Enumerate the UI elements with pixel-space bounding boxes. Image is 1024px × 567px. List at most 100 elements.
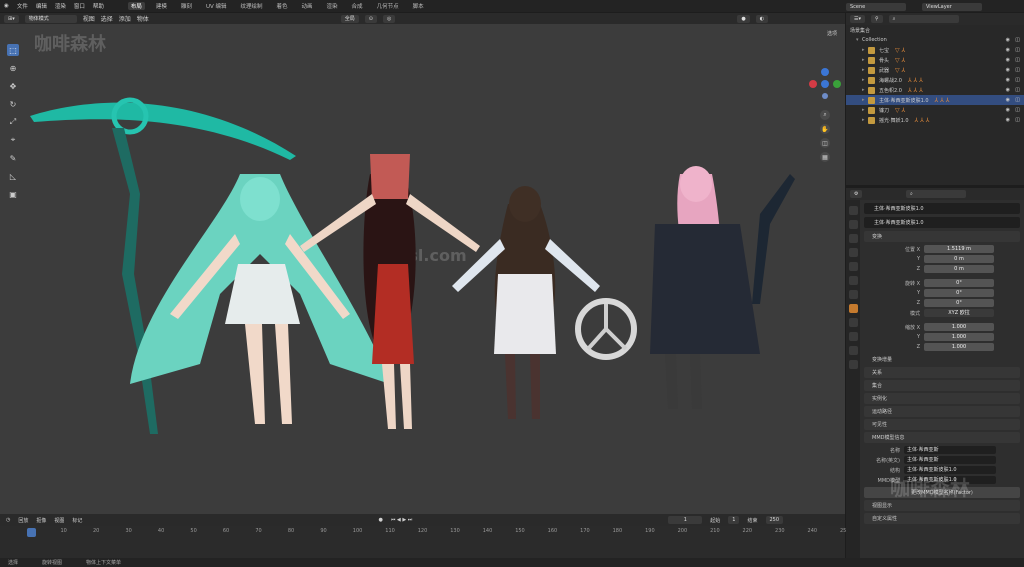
location-x-field[interactable]: 1.5119 m bbox=[924, 245, 994, 253]
view-layer-tab-icon[interactable] bbox=[848, 248, 858, 257]
object-tab-icon[interactable] bbox=[848, 304, 858, 313]
eye-icon[interactable]: ◉ bbox=[1006, 37, 1010, 43]
end-frame-field[interactable]: 250 bbox=[765, 516, 784, 524]
current-frame-field[interactable]: 1 bbox=[668, 516, 703, 524]
rotation-x-field[interactable]: 0° bbox=[924, 279, 994, 287]
output-tab-icon[interactable] bbox=[848, 234, 858, 243]
select-box-icon[interactable]: ⬚ bbox=[7, 44, 19, 56]
scene-switcher[interactable]: Scene ViewLayer bbox=[846, 2, 982, 11]
scale-x-field[interactable]: 1.000 bbox=[924, 323, 994, 331]
constraints-tab-icon[interactable] bbox=[848, 346, 858, 355]
camera-icon[interactable]: ◫ bbox=[1015, 87, 1020, 93]
menu-render[interactable]: 渲染 bbox=[55, 2, 66, 10]
location-y-field[interactable]: 0 m bbox=[924, 255, 994, 263]
camera-icon[interactable]: ◫ bbox=[1015, 117, 1020, 123]
tab-layout[interactable]: 布局 bbox=[127, 2, 145, 10]
tool-tab-icon[interactable] bbox=[848, 206, 858, 215]
custom-properties-panel[interactable]: 自定义属性 bbox=[864, 513, 1020, 524]
blender-logo-icon[interactable]: ◉ bbox=[4, 3, 9, 9]
mmd-name-en-field[interactable]: 主体·希西亚斯 bbox=[904, 456, 996, 464]
properties-search-input[interactable]: ⌕ bbox=[906, 190, 966, 198]
editor-type-button[interactable]: ⊞▾ bbox=[4, 14, 19, 23]
outliner-search-input[interactable]: ⌕ bbox=[888, 15, 959, 23]
outliner-object-row[interactable]: ▸ 主体·希西亚斯皮肤1.0 ⅄ ⅄ ⅄ ◉ ◫ bbox=[846, 95, 1024, 105]
tab-scripting[interactable]: 脚本 bbox=[410, 2, 427, 10]
relations-panel[interactable]: 关系 bbox=[864, 367, 1020, 378]
tab-modeling[interactable]: 建模 bbox=[153, 2, 170, 10]
add-cube-icon[interactable]: ▣ bbox=[7, 188, 19, 200]
scale-icon[interactable]: ⤢ bbox=[7, 116, 19, 128]
modifier-tab-icon[interactable] bbox=[848, 318, 858, 327]
camera-icon[interactable]: ◫ bbox=[820, 138, 830, 148]
measure-icon[interactable]: ◺ bbox=[7, 170, 19, 182]
camera-icon[interactable]: ◫ bbox=[1015, 57, 1020, 63]
camera-icon[interactable]: ◫ bbox=[1015, 47, 1020, 53]
physics-tab-icon[interactable] bbox=[848, 332, 858, 341]
cursor-icon[interactable]: ⊕ bbox=[7, 62, 19, 74]
playback-controls[interactable]: ⏮ ◀ ▶ ⏭ bbox=[391, 517, 412, 523]
camera-icon[interactable]: ◫ bbox=[1015, 97, 1020, 103]
properties-editor-icon[interactable]: ⚙ bbox=[850, 190, 863, 198]
render-tab-icon[interactable] bbox=[848, 220, 858, 229]
location-z-field[interactable]: 0 m bbox=[924, 265, 994, 273]
rotation-z-field[interactable]: 0° bbox=[924, 299, 994, 307]
timeline-editor-icon[interactable]: ◷ bbox=[6, 517, 10, 523]
shading-solid-icon[interactable]: ● bbox=[737, 14, 750, 23]
outliner-editor-icon[interactable]: ☰▾ bbox=[850, 15, 865, 23]
outliner-object-row[interactable]: ▸ 海螺战2.0 ⅄ ⅄ ⅄ ◉ ◫ bbox=[846, 75, 1024, 85]
scene-tab-icon[interactable] bbox=[848, 262, 858, 271]
scene-collection-row[interactable]: 场景集合 bbox=[846, 25, 1024, 35]
3d-viewport[interactable]: 选项 咖啡森林 kafsl.com ⌕ ✋ ◫ ▦ bbox=[0, 24, 845, 514]
playhead[interactable] bbox=[27, 528, 36, 537]
viewport-display-panel[interactable]: 视图显示 bbox=[864, 500, 1020, 511]
outliner-object-row[interactable]: ▸ 武器 ▽ ⅄ ◉ ◫ bbox=[846, 65, 1024, 75]
eye-icon[interactable]: ◉ bbox=[1006, 107, 1010, 113]
tab-uv-editing[interactable]: UV 编辑 bbox=[203, 2, 230, 10]
annotate-icon[interactable]: ✎ bbox=[7, 152, 19, 164]
object-data-field[interactable]: 主体·希西亚斯皮肤1.0 bbox=[864, 217, 1020, 228]
motion-paths-panel[interactable]: 运动路径 bbox=[864, 406, 1020, 417]
pan-hand-icon[interactable]: ✋ bbox=[820, 124, 830, 134]
transform-panel-header[interactable]: 变换 bbox=[864, 231, 1020, 242]
eye-icon[interactable]: ◉ bbox=[1006, 97, 1010, 103]
menu-keying[interactable]: 抠像 bbox=[36, 517, 46, 524]
instancing-panel[interactable]: 实例化 bbox=[864, 393, 1020, 404]
shading-material-icon[interactable]: ◐ bbox=[755, 14, 769, 23]
outliner-object-row[interactable]: ▸ 摇光·舞妖1.0 ⅄ ⅄ ⅄ ◉ ◫ bbox=[846, 115, 1024, 125]
world-tab-icon[interactable] bbox=[848, 276, 858, 285]
eye-icon[interactable]: ◉ bbox=[1006, 77, 1010, 83]
camera-icon[interactable]: ◫ bbox=[1015, 77, 1020, 83]
menu-object[interactable]: 物体 bbox=[137, 14, 149, 23]
menu-add[interactable]: 添加 bbox=[119, 14, 131, 23]
transform-icon[interactable]: ⌖ bbox=[7, 134, 19, 146]
zoom-icon[interactable]: ⌕ bbox=[820, 110, 830, 120]
eye-icon[interactable]: ◉ bbox=[1006, 47, 1010, 53]
eye-icon[interactable]: ◉ bbox=[1006, 117, 1010, 123]
menu-marker[interactable]: 标记 bbox=[72, 517, 82, 524]
outliner-filter-icon[interactable]: ⚲ bbox=[871, 15, 883, 23]
scale-y-field[interactable]: 1.000 bbox=[924, 333, 994, 341]
menu-help[interactable]: 帮助 bbox=[93, 2, 104, 10]
collection-tab-icon[interactable] bbox=[848, 290, 858, 299]
rotation-mode-select[interactable]: XYZ 欧拉 bbox=[924, 309, 994, 317]
menu-view[interactable]: 视图 bbox=[83, 14, 95, 23]
camera-icon[interactable]: ◫ bbox=[1015, 37, 1020, 43]
tab-sculpting[interactable]: 雕刻 bbox=[178, 2, 195, 10]
menu-playback[interactable]: 回放 bbox=[18, 517, 28, 524]
mode-select[interactable]: 物体模式 bbox=[24, 14, 77, 23]
transform-orientation-select[interactable]: 全局 bbox=[340, 14, 359, 23]
camera-icon[interactable]: ◫ bbox=[1015, 67, 1020, 73]
snap-icon[interactable]: ⊙ bbox=[364, 14, 377, 23]
outliner-object-row[interactable]: ▸ 七宝 ▽ ⅄ ◉ ◫ bbox=[846, 45, 1024, 55]
record-icon[interactable]: ● bbox=[378, 517, 382, 523]
eye-icon[interactable]: ◉ bbox=[1006, 57, 1010, 63]
outliner-object-row[interactable]: ▸ 五色帜2.0 ⅄ ⅄ ⅄ ◉ ◫ bbox=[846, 85, 1024, 95]
mmd-model-panel[interactable]: MMD模型信息 bbox=[864, 432, 1020, 443]
camera-icon[interactable]: ◫ bbox=[1015, 107, 1020, 113]
collection-row[interactable]: ▾ Collection ◉ ◫ bbox=[846, 35, 1024, 45]
eye-icon[interactable]: ◉ bbox=[1006, 67, 1010, 73]
menu-select[interactable]: 选择 bbox=[101, 14, 113, 23]
outliner-object-row[interactable]: ▸ 骨头 ▽ ⅄ ◉ ◫ bbox=[846, 55, 1024, 65]
collections-panel[interactable]: 集合 bbox=[864, 380, 1020, 391]
tab-shading[interactable]: 着色 bbox=[274, 2, 291, 10]
